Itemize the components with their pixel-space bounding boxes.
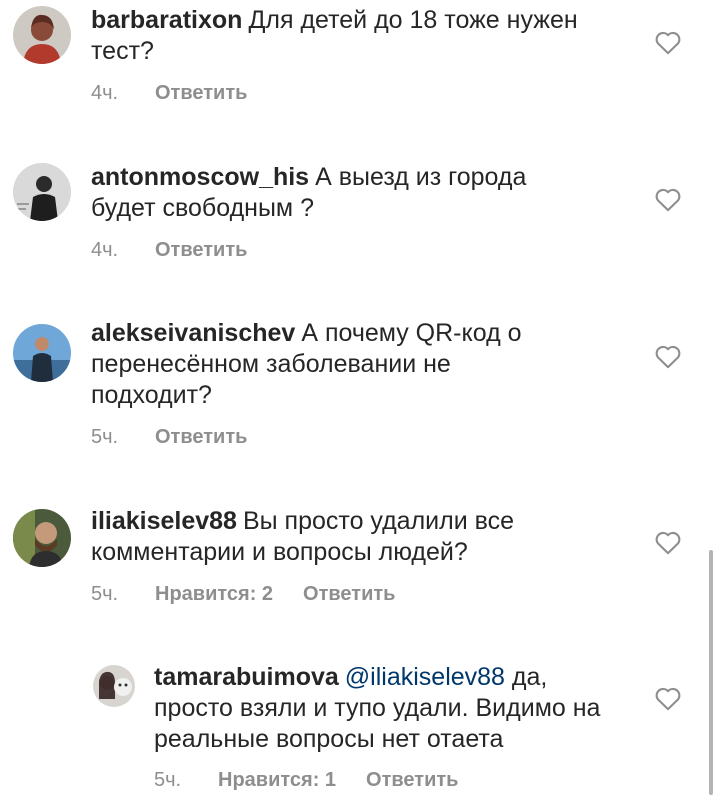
reply-button[interactable]: Ответить (303, 583, 395, 606)
avatar[interactable] (13, 6, 71, 64)
likes-count[interactable]: Нравится: 1 (218, 769, 336, 792)
heart-outline-icon[interactable] (654, 343, 682, 369)
comment-body: antonmoscow_his А выезд из города будет с… (91, 162, 561, 224)
mention-link[interactable]: @iliakiselev88 (345, 663, 505, 691)
comment-time: 4ч. (91, 239, 119, 261)
reply-item: tamarabuimova @iliakiselev88 да, просто в… (0, 645, 723, 809)
comment-username[interactable]: antonmoscow_his (91, 163, 309, 191)
comment-username[interactable]: alekseivanischev (91, 319, 295, 347)
comment-meta: 5ч. Нравится: 2 Ответить (91, 583, 395, 606)
comment-time: 5ч. (91, 583, 119, 605)
likes-count[interactable]: Нравится: 2 (155, 583, 273, 606)
comment-time: 4ч. (91, 82, 119, 104)
comments-page: barbaratixon Для детей до 18 тоже нужен т… (0, 0, 723, 809)
heart-outline-icon[interactable] (654, 529, 682, 555)
comment-meta: 5ч. Нравится: 1 Ответить (154, 769, 458, 792)
avatar[interactable] (13, 324, 71, 382)
comment-item: antonmoscow_his А выезд из города будет с… (0, 150, 723, 310)
comment-time: 5ч. (91, 426, 119, 448)
comment-body: iliakiselev88 Вы просто удалили все комме… (91, 506, 581, 568)
comment-meta: 4ч. Ответить (91, 82, 247, 105)
comment-item: alekseivanischev А почему QR-код о перене… (0, 310, 723, 495)
avatar[interactable] (13, 509, 71, 567)
avatar[interactable] (13, 163, 71, 221)
comment-item: barbaratixon Для детей до 18 тоже нужен т… (0, 0, 723, 150)
heart-outline-icon[interactable] (654, 685, 682, 711)
reply-button[interactable]: Ответить (366, 769, 458, 792)
comment-meta: 5ч. Ответить (91, 426, 247, 449)
reply-button[interactable]: Ответить (155, 426, 247, 449)
comment-body: alekseivanischev А почему QR-код о перене… (91, 318, 561, 411)
reply-button[interactable]: Ответить (155, 239, 247, 262)
reply-button[interactable]: Ответить (155, 82, 247, 105)
scrollbar[interactable] (709, 550, 713, 795)
comment-time: 5ч. (154, 769, 182, 791)
heart-outline-icon[interactable] (654, 29, 682, 55)
comment-username[interactable]: barbaratixon (91, 6, 242, 34)
heart-outline-icon[interactable] (654, 186, 682, 212)
reply-username[interactable]: tamarabuimova (154, 663, 339, 691)
comment-item: iliakiselev88 Вы просто удалили все комме… (0, 495, 723, 645)
comment-body: barbaratixon Для детей до 18 тоже нужен т… (91, 5, 631, 67)
comment-meta: 4ч. Ответить (91, 239, 247, 262)
comment-body: tamarabuimova @iliakiselev88 да, просто в… (154, 662, 604, 755)
avatar[interactable] (93, 665, 135, 707)
comment-username[interactable]: iliakiselev88 (91, 507, 237, 535)
